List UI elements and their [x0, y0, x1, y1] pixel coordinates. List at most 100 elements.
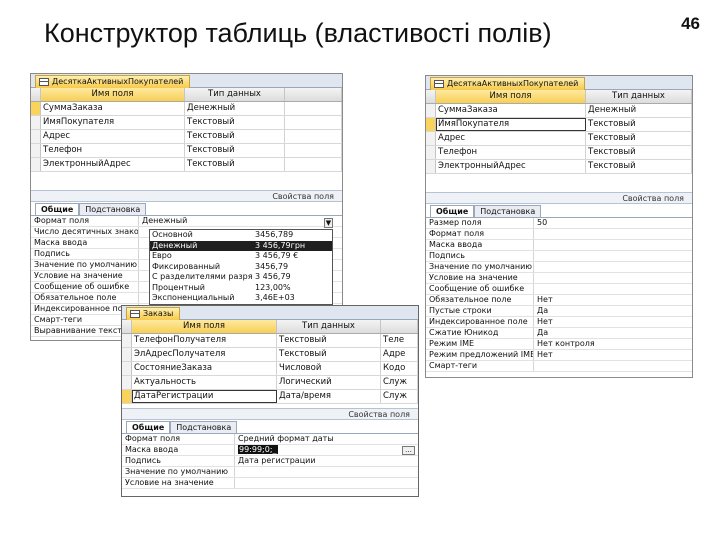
property-row[interactable]: Условие на значение [426, 273, 692, 284]
row-selector[interactable] [31, 130, 41, 143]
dropdown-option[interactable]: Экспоненциальный 3,46Е+03 [150, 293, 332, 304]
property-value[interactable] [534, 361, 692, 371]
header-data-type[interactable]: Тип данных [586, 90, 692, 103]
field-name-cell[interactable]: Адрес [41, 130, 185, 143]
row-selector[interactable] [122, 334, 132, 347]
row-selector[interactable] [426, 146, 436, 159]
description-cell[interactable] [285, 116, 342, 129]
table-row[interactable]: ИмяПокупателя Текстовый [426, 118, 692, 132]
data-type-cell[interactable]: Логический [277, 376, 381, 389]
field-name-cell[interactable]: ЭлектронныйАдрес [41, 158, 185, 171]
property-row[interactable]: Формат поля [426, 229, 692, 240]
table-row[interactable]: ИмяПокупателя Текстовый [31, 116, 342, 130]
table-row[interactable]: СуммаЗаказа Денежный [426, 104, 692, 118]
field-name-cell[interactable]: ЭлектронныйАдрес [436, 160, 586, 173]
property-row[interactable]: Смарт-теги [426, 361, 692, 372]
row-selector[interactable] [426, 118, 436, 131]
property-row[interactable]: Маска ввода 99:99;0;_ [122, 445, 418, 456]
dropdown-option[interactable]: Денежный 3 456,79грн [150, 240, 332, 251]
data-type-cell[interactable]: Текстовый [586, 118, 692, 131]
tab-general[interactable]: Общие [35, 203, 80, 215]
property-row[interactable]: Обязательное поле Нет [426, 295, 692, 306]
tab-lookup[interactable]: Подстановка [474, 205, 542, 217]
property-row[interactable]: Значение по умолчанию [122, 467, 418, 478]
field-name-cell[interactable]: ИмяПокупателя [436, 118, 586, 131]
data-type-cell[interactable]: Текстовый [185, 158, 285, 171]
property-row[interactable]: Значение по умолчанию [426, 262, 692, 273]
dropdown-option[interactable]: Основной 3456,789 [150, 230, 332, 241]
description-cell[interactable]: Служ [381, 376, 418, 389]
description-cell[interactable]: Теле [381, 334, 418, 347]
document-tab[interactable]: ДесяткаАктивныхПокупателей [35, 75, 191, 88]
property-value[interactable]: 99:99;0;_ [235, 445, 418, 455]
property-value[interactable] [534, 284, 692, 294]
description-cell[interactable]: Служ [381, 390, 418, 403]
property-row[interactable]: Условие на значение [122, 478, 418, 489]
description-cell[interactable] [285, 144, 342, 157]
field-name-cell[interactable]: Телефон [41, 144, 185, 157]
property-value[interactable] [534, 240, 692, 250]
input-mask-builder-button[interactable]: ... [402, 446, 415, 455]
dropdown-option[interactable]: С разделителями разрядов3 456,79 [150, 272, 332, 283]
header-field-name[interactable]: Имя поля [436, 90, 586, 103]
row-selector[interactable] [122, 390, 132, 403]
property-value[interactable] [534, 262, 692, 272]
table-row[interactable]: СуммаЗаказа Денежный [31, 102, 342, 116]
property-value[interactable]: Нет [534, 295, 692, 305]
property-row[interactable]: Пустые строки Да [426, 306, 692, 317]
description-cell[interactable] [285, 158, 342, 171]
header-data-type[interactable]: Тип данных [277, 320, 381, 333]
property-value[interactable] [235, 478, 418, 488]
field-name-cell[interactable]: Адрес [436, 132, 586, 145]
description-cell[interactable] [285, 102, 342, 115]
description-cell[interactable] [285, 130, 342, 143]
field-name-cell[interactable]: ДатаРегистрации [132, 390, 277, 403]
row-selector[interactable] [122, 362, 132, 375]
row-selector[interactable] [426, 132, 436, 145]
field-name-cell[interactable]: ЭлАдресПолучателя [132, 348, 277, 361]
property-row[interactable]: Размер поля 50 [426, 218, 692, 229]
field-name-cell[interactable]: ИмяПокупателя [41, 116, 185, 129]
property-value[interactable]: Да [534, 306, 692, 316]
tab-lookup[interactable]: Подстановка [79, 203, 147, 215]
property-value[interactable]: Дата регистрации [235, 456, 418, 466]
data-type-cell[interactable]: Дата/время [277, 390, 381, 403]
document-tab[interactable]: ДесяткаАктивныхПокупателей [430, 77, 586, 90]
header-data-type[interactable]: Тип данных [185, 88, 285, 101]
input-mask-value[interactable]: 99:99;0;_ [238, 445, 278, 454]
property-row[interactable]: Индексированное поле Нет [426, 317, 692, 328]
field-name-cell[interactable]: ТелефонПолучателя [132, 334, 277, 347]
table-row[interactable]: Адрес Текстовый [426, 132, 692, 146]
dropdown-option[interactable]: Евро 3 456,79 € [150, 251, 332, 262]
table-row[interactable]: ЭлАдресПолучателя Текстовый Адре [122, 348, 418, 362]
header-field-name[interactable]: Имя поля [41, 88, 185, 101]
dropdown-option[interactable]: Процентный 123,00% [150, 283, 332, 294]
data-type-cell[interactable]: Текстовый [185, 130, 285, 143]
field-name-cell[interactable]: СуммаЗаказа [41, 102, 185, 115]
description-cell[interactable]: Кодо [381, 362, 418, 375]
table-row[interactable]: ТелефонПолучателя Текстовый Теле [122, 334, 418, 348]
row-selector[interactable] [31, 144, 41, 157]
tab-general[interactable]: Общие [126, 421, 171, 433]
data-type-cell[interactable]: Денежный [185, 102, 285, 115]
table-row[interactable]: Адрес Текстовый [31, 130, 342, 144]
field-name-cell[interactable]: СостояниеЗаказа [132, 362, 277, 375]
table-row[interactable]: СостояниеЗаказа Числовой Кодо [122, 362, 418, 376]
property-row[interactable]: Маска ввода [426, 240, 692, 251]
property-value[interactable]: Да [534, 328, 692, 338]
data-type-cell[interactable]: Текстовый [185, 144, 285, 157]
table-row[interactable]: ЭлектронныйАдрес Текстовый [426, 160, 692, 174]
property-row[interactable]: Подпись Дата регистрации [122, 456, 418, 467]
format-dropdown-button[interactable]: ▼ [324, 218, 333, 228]
property-value[interactable] [534, 273, 692, 283]
property-value[interactable]: Средний формат даты [235, 434, 418, 444]
field-name-cell[interactable]: Актуальность [132, 376, 277, 389]
tab-general[interactable]: Общие [430, 205, 475, 217]
data-type-cell[interactable]: Денежный [586, 104, 692, 117]
property-row[interactable]: Подпись [426, 251, 692, 262]
row-selector[interactable] [122, 348, 132, 361]
data-type-cell[interactable]: Текстовый [586, 146, 692, 159]
row-selector[interactable] [31, 158, 41, 171]
data-type-cell[interactable]: Текстовый [277, 334, 381, 347]
property-value[interactable]: 50 [534, 218, 692, 228]
